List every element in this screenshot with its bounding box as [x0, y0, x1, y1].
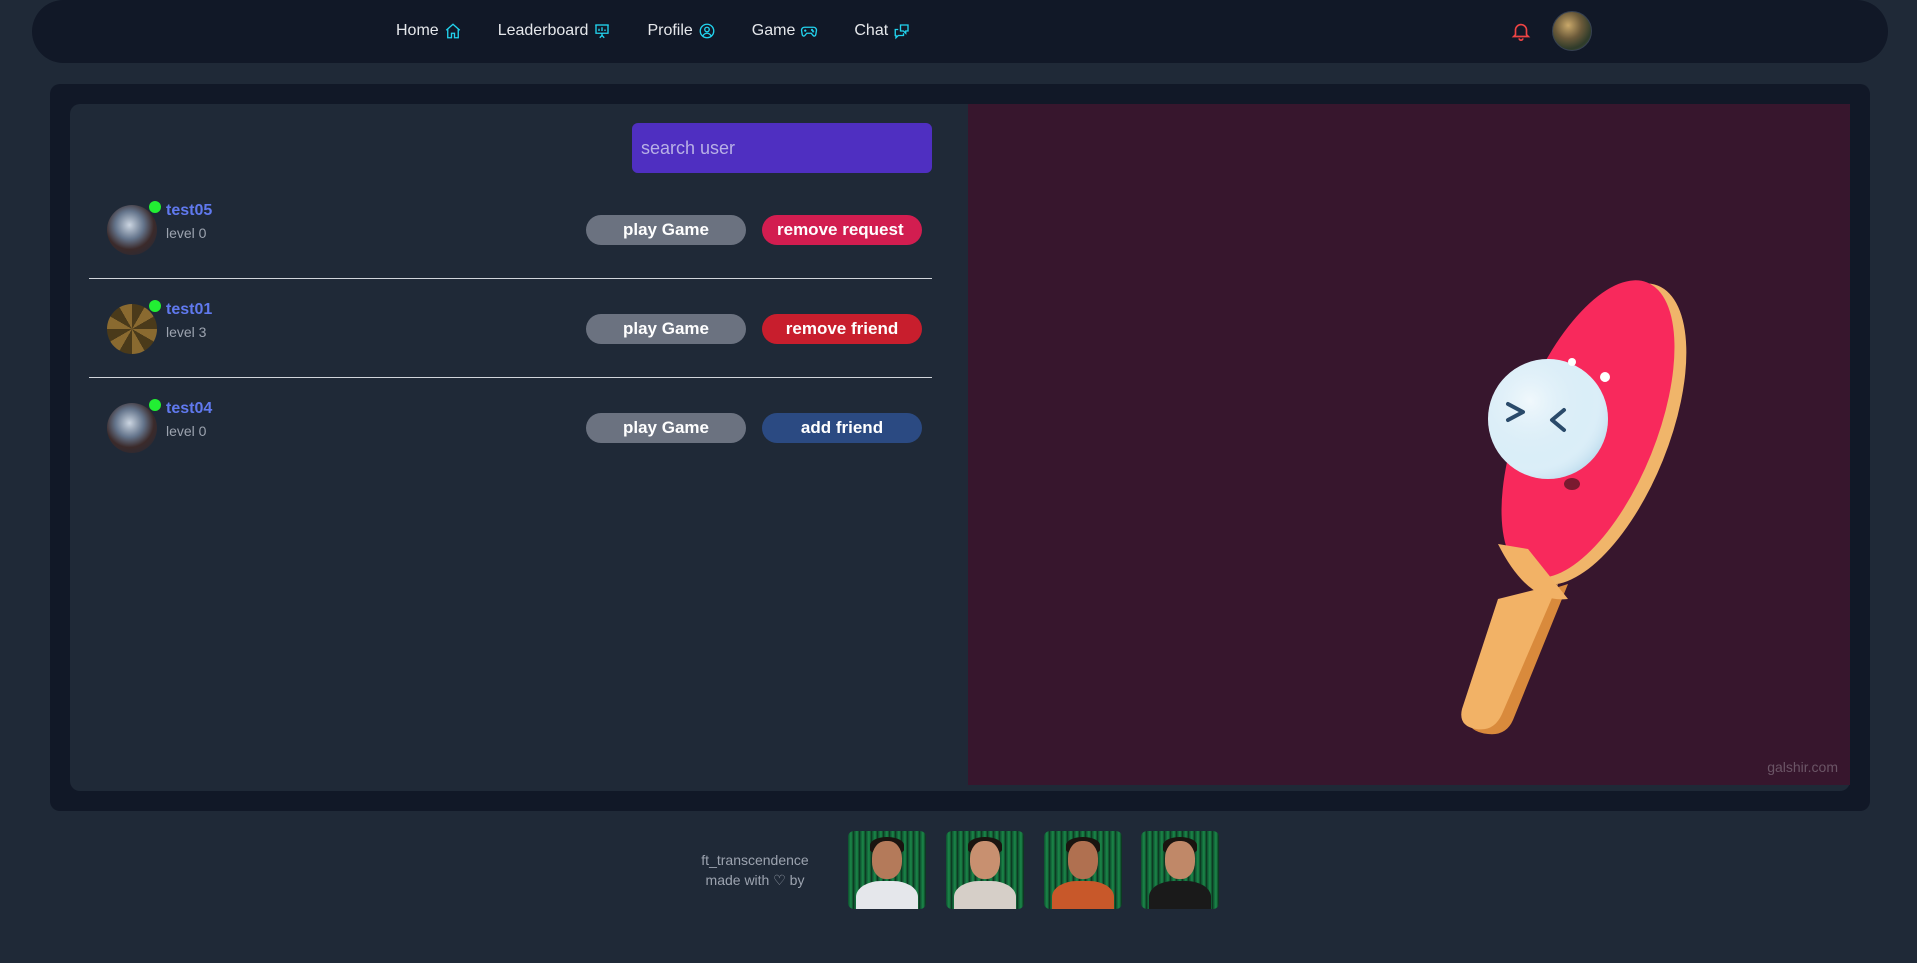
team-member-avatar[interactable] [946, 831, 1024, 909]
username[interactable]: test01 [166, 301, 212, 319]
nav-links: Home Leaderboard Profile Game Chat [396, 0, 947, 62]
online-indicator [149, 201, 161, 213]
remove-request-button[interactable]: remove request [762, 215, 922, 245]
user-avatar [107, 403, 157, 453]
avatar[interactable] [107, 300, 161, 354]
nav-leaderboard[interactable]: Leaderboard [498, 22, 612, 40]
chat-bubbles-icon [893, 22, 911, 40]
nav-game[interactable]: Game [752, 22, 819, 40]
online-indicator [149, 399, 161, 411]
add-friend-button[interactable]: add friend [762, 413, 922, 443]
play-game-button[interactable]: play Game [586, 314, 746, 344]
ping-pong-illustration [1461, 280, 1687, 735]
paddle-handle [1461, 584, 1568, 735]
play-game-button[interactable]: play Game [586, 215, 746, 245]
presentation-chart-icon [593, 22, 611, 40]
nav-chat[interactable]: Chat [854, 22, 911, 40]
gamepad-icon [800, 22, 818, 40]
footer-credits: ft_transcendence made with ♡ by [690, 850, 820, 890]
user-level: level 3 [166, 324, 207, 340]
nav-profile[interactable]: Profile [647, 22, 715, 40]
avatar[interactable] [107, 399, 161, 453]
nav-home-label: Home [396, 22, 439, 39]
footer-made-with: made with ♡ by [705, 872, 805, 888]
nav-chat-label: Chat [854, 22, 889, 39]
watermark: galshir.com [1767, 759, 1838, 775]
footer-project-name: ft_transcendence [701, 852, 809, 868]
nav-leaderboard-label: Leaderboard [497, 22, 589, 39]
user-avatar [107, 205, 157, 255]
team-member-avatar[interactable] [1044, 831, 1122, 909]
list-item: test04 level 0 play Game add friend [89, 378, 932, 477]
home-icon [444, 22, 462, 40]
username[interactable]: test04 [166, 400, 212, 418]
user-level: level 0 [166, 225, 207, 241]
user-avatar [107, 304, 157, 354]
bell-icon[interactable] [1510, 20, 1532, 42]
remove-friend-button[interactable]: remove friend [762, 314, 922, 344]
nav-profile-label: Profile [647, 22, 693, 39]
nav-game-label: Game [751, 22, 796, 39]
nav-home[interactable]: Home [396, 22, 462, 40]
play-game-button[interactable]: play Game [586, 413, 746, 443]
avatar[interactable] [107, 201, 161, 255]
search-input[interactable] [632, 123, 932, 173]
game-illustration-panel: galshir.com [968, 104, 1850, 785]
list-item: test01 level 3 play Game remove friend [89, 279, 932, 378]
navbar: Home Leaderboard Profile Game Chat [32, 0, 1888, 63]
avatar[interactable] [1552, 11, 1592, 51]
team-member-avatar[interactable] [848, 831, 926, 909]
team-member-avatar[interactable] [1141, 831, 1219, 909]
list-item: test05 level 0 play Game remove request [89, 180, 932, 279]
user-level: level 0 [166, 423, 207, 439]
user-circle-icon [698, 22, 716, 40]
online-indicator [149, 300, 161, 312]
username[interactable]: test05 [166, 202, 212, 220]
